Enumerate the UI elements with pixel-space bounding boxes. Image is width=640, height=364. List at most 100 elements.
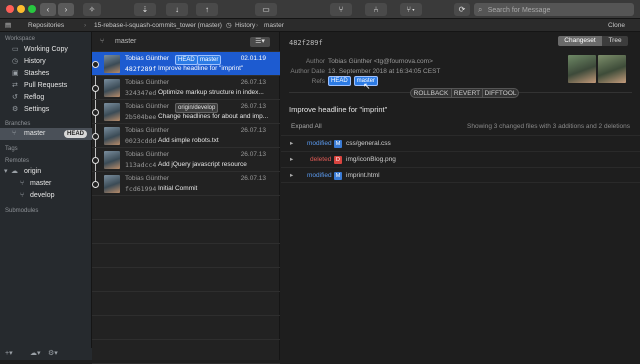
branch-breadcrumb[interactable]: master xyxy=(264,19,284,32)
rollback-button[interactable]: ROLLBACK xyxy=(410,88,452,98)
deleted-badge-icon: D xyxy=(334,156,342,164)
tab-tree[interactable]: Tree xyxy=(602,36,628,46)
forward-button[interactable]: › xyxy=(58,3,74,16)
sidebar-item-stashes[interactable]: ▣ Stashes xyxy=(0,68,92,80)
file-row[interactable]: ▸ deleted D img/iconBlog.png xyxy=(281,151,640,167)
commit-row[interactable]: Tobias Günther origin/develop 2b504bee Chan… xyxy=(92,100,280,124)
repo-breadcrumb[interactable]: 15-rebase-i-squash-commits_tower (master… xyxy=(94,19,222,32)
refs-label: Refs xyxy=(311,78,325,85)
commit-hash: 2b504bee xyxy=(125,113,157,121)
commit-date: 26.07.13 xyxy=(240,79,266,86)
graph-node xyxy=(92,85,99,92)
push-button[interactable]: ↑ xyxy=(196,3,218,16)
ref-head-tag[interactable]: HEAD xyxy=(328,76,351,86)
commit-message: Initial Commit xyxy=(158,185,198,192)
pull-request-icon: ⇄ xyxy=(12,82,18,89)
breadcrumb-separator: › xyxy=(256,22,259,29)
search-input[interactable]: Search for Message xyxy=(488,7,551,14)
commit-message: Change headlines for about and imp... xyxy=(158,113,269,120)
clone-button[interactable]: Clone xyxy=(608,19,625,32)
sidebar-item-working-copy[interactable]: ▭ Working Copy xyxy=(0,44,92,56)
sidebar-item-settings[interactable]: ⚙ Settings xyxy=(0,104,92,116)
fetch-button[interactable]: ⇣ xyxy=(134,3,156,16)
repositories-link[interactable]: Repositories xyxy=(28,19,64,32)
commit-ref-tag[interactable]: master xyxy=(197,55,222,65)
git-flow-icon: ⑂▾ xyxy=(406,5,416,14)
sidebar-item-history[interactable]: ◷ History xyxy=(0,56,92,68)
file-row[interactable]: ▸ modified M imprint.html xyxy=(281,167,640,183)
sidebar-branch-master[interactable]: ⑂ master HEAD xyxy=(0,128,92,140)
avatar xyxy=(104,127,120,145)
file-row[interactable]: ▸ modified M css/general.css xyxy=(281,135,640,151)
zoom-window-button[interactable] xyxy=(28,5,36,13)
git-flow-button[interactable]: ⑂▾ xyxy=(400,3,422,16)
sidebar-remote-branch-develop[interactable]: ⑂ develop xyxy=(0,190,92,202)
path-bar: ▤ Repositories › 15-rebase-i-squash-comm… xyxy=(0,19,640,32)
commit-detail-pane: 482f289f Changeset Tree Author Tobias Gü… xyxy=(281,32,640,360)
fetch-icon: ⇣ xyxy=(141,5,149,14)
commit-row[interactable]: Tobias Günther fcd61994 Initial Commit 26.0… xyxy=(92,172,280,196)
empty-row xyxy=(92,292,280,316)
search-field[interactable]: ⌕ Search for Message xyxy=(474,3,634,16)
sidebar-remote-branch-master[interactable]: ⑂ master xyxy=(0,178,92,190)
commit-author: Tobias Günther xyxy=(125,151,170,158)
revert-button[interactable]: REVERT xyxy=(452,88,483,98)
branch-button[interactable]: ⑂ xyxy=(330,3,352,16)
commit-ref-tag[interactable]: HEAD xyxy=(175,55,198,65)
history-breadcrumb[interactable]: History xyxy=(235,19,255,32)
merge-button[interactable]: ⑃ xyxy=(365,3,387,16)
refresh-button[interactable]: ⟳ xyxy=(454,3,470,16)
commit-row[interactable]: Tobias Günther 0023cddd Add simple robots.… xyxy=(92,124,280,148)
view-options-button[interactable]: ☰▾ xyxy=(250,37,270,47)
disclosure-triangle-icon[interactable]: ▸ xyxy=(290,136,293,152)
tab-changeset[interactable]: Changeset xyxy=(558,36,602,46)
reflog-icon: ↺ xyxy=(12,94,18,101)
avatar xyxy=(104,79,120,97)
difftool-button[interactable]: DIFFTOOL xyxy=(483,88,519,98)
graph-node xyxy=(92,157,99,164)
file-name: img/iconBlog.png xyxy=(346,156,396,163)
pull-button[interactable]: ↓ xyxy=(166,3,188,16)
disclosure-triangle-icon[interactable]: ▸ xyxy=(290,152,293,168)
branch-icon: ⑂ xyxy=(12,130,17,137)
commit-list-branch: master xyxy=(115,38,137,45)
disclosure-triangle-icon[interactable]: ▸ xyxy=(290,168,293,184)
commit-row[interactable]: Tobias Günther 324347ed Optimize markup st… xyxy=(92,76,280,100)
magic-wand-icon: ✧ xyxy=(88,5,96,14)
minimize-window-button[interactable] xyxy=(17,5,25,13)
commit-subject: Improve headline for "imprint" xyxy=(289,105,388,114)
commit-hash: 0023cddd xyxy=(125,137,157,145)
branch-icon: ⑂ xyxy=(338,5,344,14)
commit-date: 26.07.13 xyxy=(240,127,266,134)
commit-author: Tobias Günther xyxy=(125,103,170,110)
back-button[interactable]: ‹ xyxy=(40,3,56,16)
empty-row xyxy=(92,196,280,220)
modified-badge-icon: M xyxy=(334,172,342,180)
add-icon[interactable]: +▾ xyxy=(5,348,13,360)
empty-row xyxy=(92,220,280,244)
commit-date: 26.07.13 xyxy=(240,175,266,182)
gear-icon[interactable]: ⚙▾ xyxy=(48,348,58,360)
sidebar-item-pull-requests[interactable]: ⇄ Pull Requests xyxy=(0,80,92,92)
cloud-icon[interactable]: ☁▾ xyxy=(30,348,41,360)
commit-date: 26.07.13 xyxy=(240,151,266,158)
empty-row xyxy=(92,244,280,268)
sidebar-bottom-bar: +▾ ☁▾ ⚙▾ xyxy=(0,348,92,360)
commit-hash: fcd61994 xyxy=(125,185,157,193)
commit-hash: 324347ed xyxy=(125,89,157,97)
sidebar-remote-origin[interactable]: ▾ ☁ origin xyxy=(0,166,92,178)
stash-button[interactable]: ▭ xyxy=(255,3,277,16)
commit-row[interactable]: Tobias Günther 113adcc4 Add jQuery javascr… xyxy=(92,148,280,172)
close-window-button[interactable] xyxy=(6,5,14,13)
magic-wand-button[interactable]: ✧ xyxy=(83,3,101,16)
expand-all-button[interactable]: Expand All xyxy=(291,123,322,130)
disclosure-triangle-icon[interactable]: ▾ xyxy=(4,166,8,178)
commit-list: ⑂ master ☰▾ Tobias Günther HEAD master 482f… xyxy=(92,32,280,364)
author-date-value: 13. September 2018 at 16:34:05 CEST xyxy=(328,68,441,75)
sidebar-toggle-icon[interactable]: ▤ xyxy=(5,19,11,32)
commit-message: Add jQuery javascript resource xyxy=(158,161,247,168)
commit-ref-tag[interactable]: origin/develop xyxy=(175,103,219,113)
commit-row[interactable]: Tobias Günther HEAD master 482f289f Improve … xyxy=(92,52,280,76)
avatar xyxy=(104,55,120,73)
sidebar-item-reflog[interactable]: ↺ Reflog xyxy=(0,92,92,104)
